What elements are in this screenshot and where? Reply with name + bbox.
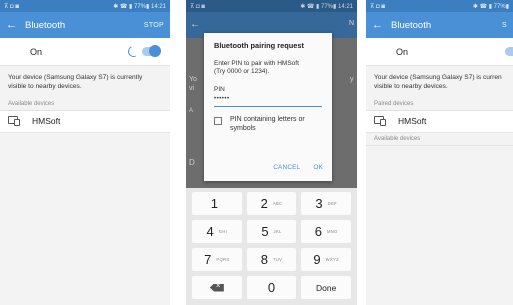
key-letters: TUV xyxy=(272,257,283,262)
back-arrow-icon: ← xyxy=(190,19,200,30)
pairing-dialog: Bluetooth pairing request Enter PIN to p… xyxy=(204,33,332,181)
key-letters: GHI xyxy=(218,229,228,234)
device-name: HMSoft xyxy=(398,116,427,127)
key-8[interactable]: 8 TUV xyxy=(246,248,297,271)
key-6[interactable]: 6 MNO xyxy=(301,220,351,243)
key-7[interactable]: 7 PQRS xyxy=(192,248,242,271)
checkbox-label: PIN containing letters or symbols xyxy=(230,116,305,134)
visibility-text-line2: visible to nearby devices. xyxy=(8,82,82,90)
peek-text: D xyxy=(189,158,195,167)
cancel-button[interactable]: CANCEL xyxy=(273,164,300,171)
dialog-message-line2: (Try 0000 or 1234). xyxy=(214,68,270,76)
key-digit: 5 xyxy=(261,224,269,239)
backspace-key[interactable] xyxy=(192,276,242,299)
bluetooth-screen-paired: ⊼ ◘ ◙ ✱ ☎ ▮ 77%▮ ← Bluetooth S On Your d… xyxy=(366,0,513,305)
paired-devices-header: Paired devices xyxy=(366,97,513,111)
key-5[interactable]: 5 JKL xyxy=(246,220,297,243)
numeric-keypad: 1 2 ABC 3 DEF 4 GHI 5 JKL 6 MNO 7 PQRS 8 TUV 9W… xyxy=(186,188,357,305)
status-icons-left: ⊼ ◘ ◙ xyxy=(370,3,385,10)
available-devices-header: Available devices xyxy=(0,97,170,111)
bluetooth-toggle-row[interactable]: On xyxy=(0,38,170,66)
key-digit: 8 xyxy=(260,252,268,267)
switch-knob xyxy=(149,45,161,57)
visibility-text-line1: Your device (Samsung Galaxy S7) is curre… xyxy=(374,74,502,81)
status-bar: ⊼ ◘ ◙ ✱ ☎ ▮ 77%▮ xyxy=(366,0,513,12)
key-4[interactable]: 4 GHI xyxy=(192,220,242,243)
done-key[interactable]: Done xyxy=(301,276,351,299)
checkbox-label-line2: symbols xyxy=(230,124,256,132)
dialog-title: Bluetooth pairing request xyxy=(214,41,304,50)
bluetooth-switch[interactable] xyxy=(142,45,161,57)
key-digit: 3 xyxy=(315,196,323,211)
bluetooth-screen-scanning: ⊼ ◘ ◙ ✱ ☎ ▮ 77%▮ 14:21 ← Bluetooth STOP … xyxy=(0,0,170,305)
key-1[interactable]: 1 xyxy=(192,192,242,215)
stop-button[interactable]: STOP xyxy=(144,22,164,29)
key-9[interactable]: 9 WXYZ xyxy=(301,248,351,271)
bluetooth-switch[interactable] xyxy=(505,47,513,56)
peek-text: Yo xyxy=(189,76,197,83)
done-label: Done xyxy=(316,282,337,293)
status-bar: ⊼ ◘ ◙ ✱ ☎ ▮ 77%▮ 14:21 xyxy=(186,0,357,12)
visibility-text-line2: visible to nearby devices. xyxy=(374,82,448,90)
key-digit: 1 xyxy=(210,196,218,211)
status-icons-left: ⊼ ◘ ◙ xyxy=(190,3,205,10)
key-3[interactable]: 3 DEF xyxy=(301,192,351,215)
device-name: HMSoft xyxy=(32,116,61,127)
visibility-notice: Your device (Samsung Galaxy S7) is curre… xyxy=(0,66,170,98)
device-icon xyxy=(374,116,387,127)
bluetooth-screen-pairing: ⊼ ◘ ◙ ✱ ☎ ▮ 77%▮ 14:21 ← N Yo vi y A D B… xyxy=(186,0,357,305)
page-title: Bluetooth xyxy=(25,19,66,31)
key-letters: DEF xyxy=(327,201,337,206)
dialog-message: Enter PIN to pair with HMSoft (Try 0000 … xyxy=(214,60,322,77)
on-label: On xyxy=(30,46,43,57)
pin-label: PIN xyxy=(214,85,225,93)
ok-button[interactable]: OK xyxy=(313,164,323,171)
page-title: Bluetooth xyxy=(391,19,432,31)
key-letters: MNO xyxy=(326,229,338,234)
backspace-icon xyxy=(209,283,224,292)
scan-button[interactable]: S xyxy=(502,22,507,29)
key-letters: ABC xyxy=(272,201,283,206)
key-digit: 7 xyxy=(204,252,212,267)
visibility-text-line1: Your device (Samsung Galaxy S7) is curre… xyxy=(8,74,143,81)
status-bar: ⊼ ◘ ◙ ✱ ☎ ▮ 77%▮ 14:21 xyxy=(0,0,170,12)
visibility-notice: Your device (Samsung Galaxy S7) is curre… xyxy=(366,66,513,98)
device-item-hmsoft[interactable]: HMSoft xyxy=(0,110,170,133)
status-icons-left: ⊼ ◘ ◙ xyxy=(4,3,19,10)
checkbox[interactable] xyxy=(214,116,222,125)
status-icons-right: ✱ ☎ ▮ 77%▮ xyxy=(472,3,509,10)
paired-device-hmsoft[interactable]: HMSoft xyxy=(366,110,513,133)
key-digit: 0 xyxy=(267,280,276,295)
key-digit: 9 xyxy=(313,252,321,267)
app-bar: ← Bluetooth S xyxy=(366,12,513,38)
peek-text: A xyxy=(189,108,194,114)
available-devices-header: Available devices xyxy=(366,132,513,146)
peek-text: vi xyxy=(189,85,195,92)
checkbox-label-line1: PIN containing letters or xyxy=(230,115,305,123)
pin-input[interactable]: •••••• xyxy=(214,96,322,107)
dialog-buttons: CANCEL OK xyxy=(273,164,323,171)
status-icons-right: ✱ ☎ ▮ 77%▮ 14:21 xyxy=(300,3,353,10)
dialog-message-line1: Enter PIN to pair with HMSoft xyxy=(214,60,299,67)
key-digit: 6 xyxy=(314,224,322,239)
peek-text: N xyxy=(349,20,355,27)
key-letters: JKL xyxy=(273,229,282,234)
app-bar: ← Bluetooth STOP xyxy=(0,12,170,38)
status-icons-right: ✱ ☎ ▮ 77%▮ 14:21 xyxy=(113,3,166,10)
back-arrow-icon[interactable]: ← xyxy=(372,19,383,31)
key-0[interactable]: 0 xyxy=(246,276,297,299)
key-letters: WXYZ xyxy=(325,257,339,262)
peek-text: y xyxy=(350,76,354,83)
key-letters: PQRS xyxy=(216,257,230,262)
device-icon xyxy=(8,116,21,127)
key-digit: 4 xyxy=(206,224,214,239)
back-arrow-icon[interactable]: ← xyxy=(6,19,17,31)
bluetooth-toggle-row[interactable]: On xyxy=(366,38,513,66)
pin-letters-checkbox-row[interactable]: PIN containing letters or symbols xyxy=(214,116,322,134)
on-label: On xyxy=(396,46,409,57)
key-2[interactable]: 2 ABC xyxy=(246,192,297,215)
key-digit: 2 xyxy=(260,196,268,211)
